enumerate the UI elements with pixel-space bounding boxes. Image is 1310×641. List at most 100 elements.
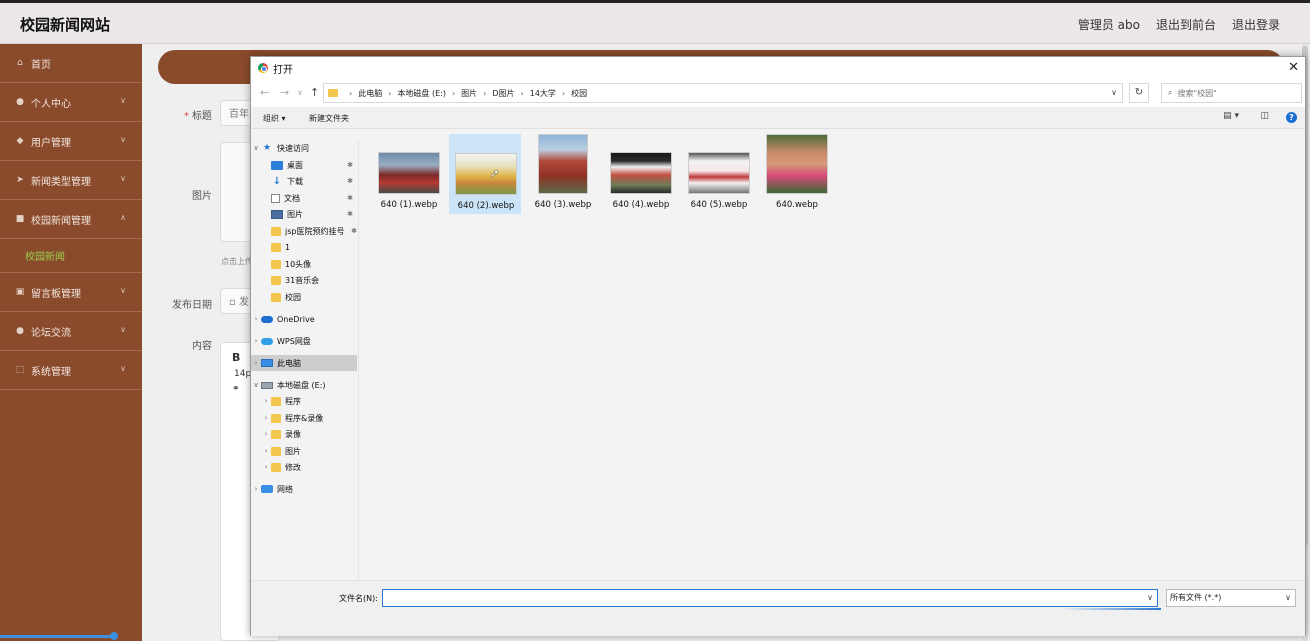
mouse-cursor-icon: ➚ (490, 167, 500, 180)
tree-item-folder[interactable]: › 修改 (251, 459, 357, 475)
image-thumbnail (610, 152, 672, 194)
sidebar-item-profile[interactable]: ● 个人中心 ∨ (0, 83, 142, 122)
sidebar-item-system[interactable]: ⬚ 系统管理 ∨ (0, 351, 142, 390)
help-icon[interactable]: ? (1286, 112, 1297, 123)
font-size-select[interactable]: 14p (234, 369, 251, 379)
recent-chevron-icon[interactable]: ∨ (297, 88, 303, 97)
sidebar-scroll-indicator (0, 632, 118, 640)
sidebar-item-forum[interactable]: ● 论坛交流 ∨ (0, 312, 142, 351)
file-item[interactable]: 640 (1).webp (373, 134, 445, 214)
tree-item-wps[interactable]: › WPS网盘 (251, 333, 357, 349)
folder-icon (271, 242, 281, 252)
path-segment[interactable]: 14大学 (530, 88, 556, 99)
chevron-down-icon[interactable]: ∨ (1147, 593, 1153, 602)
forward-arrow-icon[interactable]: → (280, 86, 289, 99)
view-options-icon[interactable]: ▤ ▾ (1223, 111, 1239, 121)
folder-icon (271, 429, 281, 439)
document-icon (271, 193, 280, 203)
path-segment[interactable]: 图片 (461, 88, 477, 99)
preview-pane-icon[interactable]: ◫ (1260, 111, 1269, 121)
chevron-down-icon: ∨ (120, 325, 126, 334)
collapsed-chevron-icon[interactable]: › (261, 397, 271, 405)
path-segment[interactable]: 本地磁盘 (E:) (397, 88, 446, 99)
organize-button[interactable]: 组织 ▾ (263, 113, 286, 124)
tree-item-folder[interactable]: › 程序&录像 (251, 410, 357, 426)
tree-item-documents[interactable]: 文档 ✱ (251, 190, 357, 206)
sidebar-item-home[interactable]: ⌂ 首页 (0, 44, 142, 83)
file-name: 640 (2).webp (457, 201, 515, 211)
link-icon[interactable]: ⚭ (232, 384, 240, 394)
admin-user-label: 管理员 abo (1077, 18, 1140, 32)
collapsed-chevron-icon[interactable]: › (251, 485, 261, 493)
sidebar-item-message-board[interactable]: ▣ 留言板管理 ∨ (0, 273, 142, 312)
image-thumbnail (455, 153, 517, 195)
chevron-down-icon[interactable]: ∨ (1111, 88, 1117, 97)
expanded-chevron-icon[interactable]: ∨ (251, 144, 261, 152)
network-icon (261, 485, 273, 493)
tree-item-this-pc[interactable]: › 此电脑 (251, 355, 357, 371)
tree-item-folder[interactable]: jsp医院预约挂号 ✱ (251, 223, 357, 239)
sidebar-item-users[interactable]: ◆ 用户管理 ∨ (0, 122, 142, 161)
breadcrumb-separator: › (561, 88, 566, 98)
video-icon: ■ (15, 214, 25, 224)
tree-item-folder[interactable]: › 图片 (251, 443, 357, 459)
pictures-icon (271, 209, 283, 219)
path-segment[interactable]: D图片 (492, 88, 514, 99)
address-bar[interactable]: › 此电脑 › 本地磁盘 (E:) › 图片 › D图片 › 14大学 › 校园… (323, 83, 1123, 103)
path-segment[interactable]: 此电脑 (358, 88, 382, 99)
folder-icon (271, 462, 281, 472)
sidebar-item-news-types[interactable]: ➤ 新闻类型管理 ∨ (0, 161, 142, 200)
file-name: 640.webp (776, 200, 818, 210)
tree-item-downloads[interactable]: ↓ 下载 ✱ (251, 173, 357, 189)
computer-icon (261, 359, 273, 367)
file-item[interactable]: 640 (2).webp (449, 134, 521, 214)
file-item[interactable]: 640 (3).webp (527, 134, 599, 214)
home-icon: ⌂ (17, 58, 23, 68)
tree-item-network[interactable]: › 网络 (251, 481, 357, 497)
file-item[interactable]: 640 (4).webp (605, 134, 677, 214)
sidebar-item-campus-news[interactable]: ■ 校园新闻管理 ∧ (0, 200, 142, 239)
sidebar-item-label: 个人中心 (31, 98, 71, 110)
collapsed-chevron-icon[interactable]: › (261, 430, 271, 438)
navigation-pane[interactable]: ∨ ★ 快速访问 桌面 ✱ ↓ 下载 ✱ 文档 ✱ 图片 ✱ jsp医院预约挂号 ✱ 1 10头… (251, 140, 359, 580)
refresh-button[interactable]: ↻ (1129, 83, 1149, 103)
user-icon: ● (16, 326, 24, 336)
file-item[interactable]: 640.webp (761, 134, 833, 214)
collapsed-chevron-icon[interactable]: › (251, 337, 261, 345)
tree-item-folder[interactable]: › 录像 (251, 426, 357, 442)
tree-item-folder[interactable]: 10头像 (251, 256, 357, 272)
tree-item-folder[interactable]: 1 (251, 239, 357, 255)
collapsed-chevron-icon[interactable]: › (261, 463, 271, 471)
file-type-select[interactable]: 所有文件 (*.*) ∨ (1166, 589, 1296, 607)
tree-item-desktop[interactable]: 桌面 ✱ (251, 157, 357, 173)
up-arrow-icon[interactable]: ↑ (310, 86, 319, 99)
collapsed-chevron-icon[interactable]: › (251, 359, 261, 367)
path-segment[interactable]: 校园 (571, 88, 587, 99)
pin-icon: ✱ (347, 177, 353, 185)
tree-item-drive-e[interactable]: ∨ 本地磁盘 (E:) (251, 377, 357, 393)
folder-icon (271, 292, 281, 302)
tree-item-pictures[interactable]: 图片 ✱ (251, 206, 357, 222)
collapsed-chevron-icon[interactable]: › (261, 414, 271, 422)
back-arrow-icon[interactable]: ← (260, 86, 269, 99)
file-item[interactable]: 640 (5).webp (683, 134, 755, 214)
tree-item-onedrive[interactable]: › OneDrive (251, 311, 357, 327)
tree-item-folder[interactable]: 校园 (251, 289, 357, 305)
sidebar-subitem-campus-news[interactable]: 校园新闻 (0, 239, 142, 273)
tree-item-quick-access[interactable]: ∨ ★ 快速访问 (251, 140, 357, 156)
collapsed-chevron-icon[interactable]: › (251, 315, 261, 323)
chevron-down-icon: ∨ (120, 174, 126, 183)
exit-to-frontend-link[interactable]: 退出到前台 (1156, 16, 1216, 33)
search-input[interactable]: ⌕ 搜索"校园" (1161, 83, 1302, 103)
close-icon[interactable]: ✕ (1288, 60, 1299, 75)
dialog-titlebar[interactable]: 打开 ✕ (251, 57, 1305, 79)
expanded-chevron-icon[interactable]: ∨ (251, 381, 261, 389)
tree-item-folder[interactable]: › 程序 (251, 393, 357, 409)
collapsed-chevron-icon[interactable]: › (261, 447, 271, 455)
logout-link[interactable]: 退出登录 (1232, 16, 1280, 33)
new-folder-button[interactable]: 新建文件夹 (309, 113, 349, 124)
tree-item-folder[interactable]: 31音乐会 (251, 272, 357, 288)
filename-input[interactable]: ∨ (382, 589, 1158, 607)
chevron-down-icon: ∨ (120, 364, 126, 373)
bold-button[interactable]: B (232, 351, 240, 364)
